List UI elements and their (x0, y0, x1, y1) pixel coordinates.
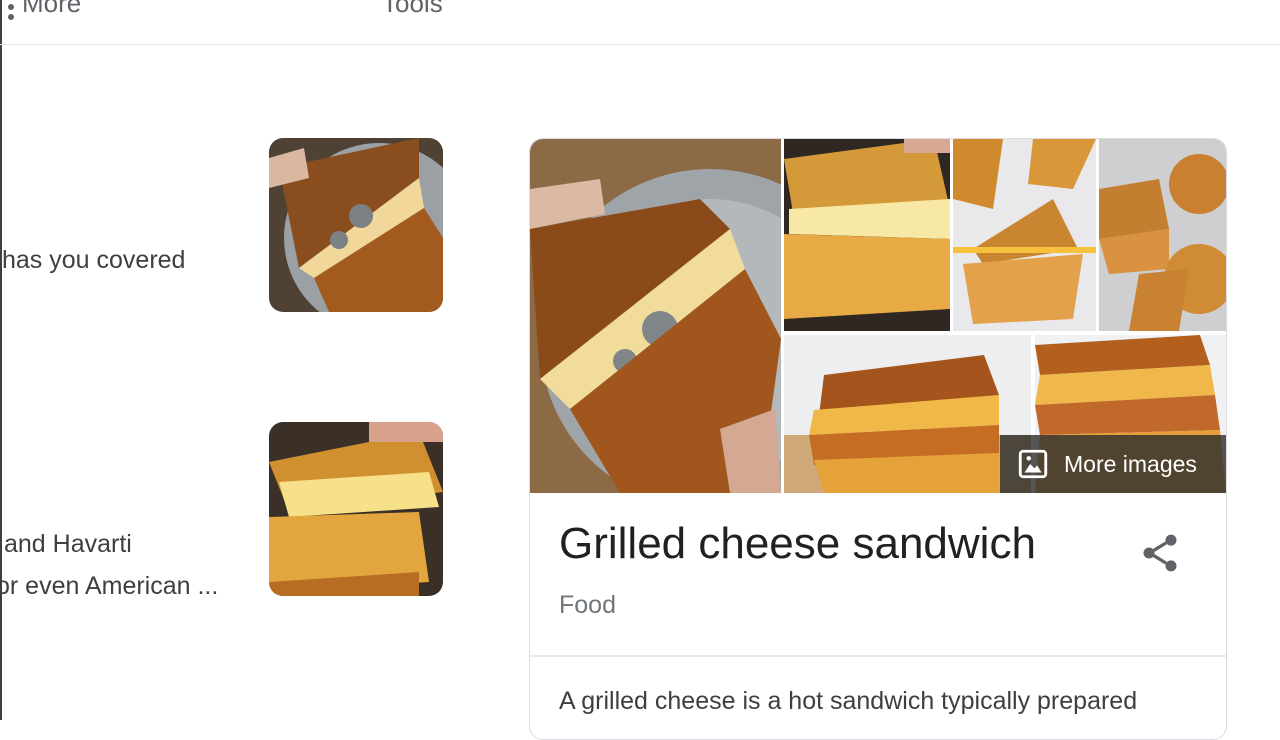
grilled-cheese-image (1099, 139, 1226, 331)
grilled-cheese-image (953, 139, 1096, 331)
result-thumbnail[interactable] (269, 422, 443, 596)
knowledge-panel: More images Grilled cheese sandwich Food… (529, 138, 1227, 740)
share-button[interactable] (1138, 531, 1182, 575)
gallery-image[interactable] (1099, 139, 1226, 331)
grilled-cheese-image (784, 139, 950, 331)
tools-button[interactable]: Tools (382, 0, 443, 19)
grilled-cheese-thumbnail-image (269, 138, 443, 312)
image-icon (1018, 449, 1048, 479)
grilled-cheese-thumbnail-image (269, 422, 443, 596)
more-vert-icon (8, 0, 14, 20)
more-images-label: More images (1064, 450, 1197, 477)
left-border (0, 0, 2, 720)
panel-title: Grilled cheese sandwich (559, 519, 1036, 568)
result-snippet-line: has you covered (2, 246, 186, 274)
image-gallery[interactable]: More images (530, 139, 1226, 493)
more-menu-button[interactable]: More (8, 0, 82, 20)
panel-description: A grilled cheese is a hot sandwich typic… (559, 687, 1138, 715)
gallery-image[interactable] (953, 139, 1096, 331)
share-icon (1143, 534, 1177, 572)
search-toolbar: More Tools (0, 0, 1280, 45)
grilled-cheese-image (784, 335, 1031, 493)
panel-category: Food (559, 591, 616, 619)
gallery-image[interactable] (784, 139, 950, 331)
gallery-image[interactable] (784, 335, 1031, 493)
gallery-image-main[interactable] (530, 139, 781, 493)
result-snippet-line: or even American ... (0, 572, 219, 600)
result-thumbnail[interactable] (269, 138, 443, 312)
more-label: More (22, 0, 82, 18)
divider (530, 655, 1226, 657)
result-snippet-line: and Havarti (4, 530, 132, 558)
more-images-button[interactable]: More images (1000, 435, 1226, 493)
grilled-cheese-image (530, 139, 781, 493)
